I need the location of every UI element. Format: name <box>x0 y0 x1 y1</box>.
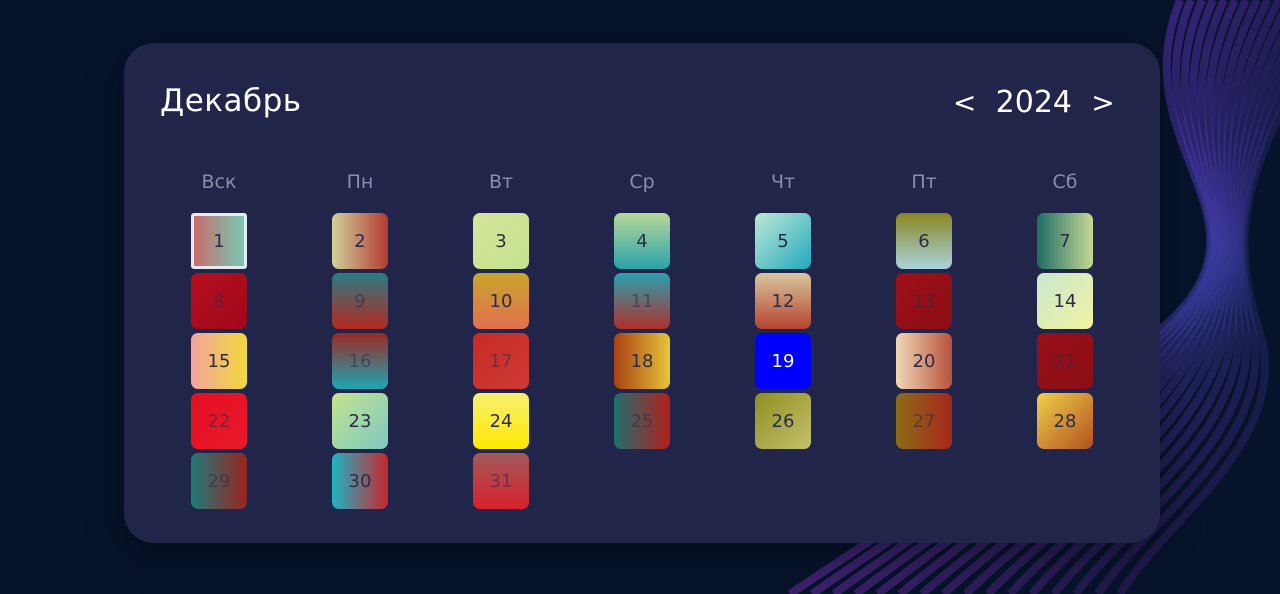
day-cell[interactable]: 25 <box>614 393 670 449</box>
next-year-button[interactable]: > <box>1086 82 1120 122</box>
day-cell[interactable]: 4 <box>614 213 670 269</box>
year-navigation: < 2024 > <box>948 81 1120 123</box>
day-cell[interactable]: 18 <box>614 333 670 389</box>
day-cell[interactable]: 24 <box>473 393 529 449</box>
day-cell[interactable]: 3 <box>473 213 529 269</box>
day-cell[interactable]: 26 <box>755 393 811 449</box>
weekday-sun: Вск <box>201 171 237 193</box>
day-cell[interactable]: 30 <box>332 453 388 509</box>
weekday-tue: Вт <box>488 171 514 193</box>
day-cell[interactable]: 8 <box>191 273 247 329</box>
day-cell[interactable]: 7 <box>1037 213 1093 269</box>
month-title: Декабрь <box>160 83 302 119</box>
day-cell[interactable]: 10 <box>473 273 529 329</box>
prev-year-button[interactable]: < <box>948 82 982 122</box>
weekday-sat: Сб <box>1052 171 1078 193</box>
day-cell[interactable]: 22 <box>191 393 247 449</box>
day-cell[interactable]: 17 <box>473 333 529 389</box>
calendar-card: Декабрь < 2024 > Вск Пн Вт Ср Чт Пт Сб 1… <box>124 43 1160 543</box>
weekday-mon: Пн <box>346 171 374 193</box>
day-cell[interactable]: 13 <box>896 273 952 329</box>
day-cell[interactable]: 21 <box>1037 333 1093 389</box>
weekday-thu: Чт <box>770 171 796 193</box>
year-label: 2024 <box>995 84 1072 120</box>
day-cell[interactable]: 19 <box>755 333 811 389</box>
day-cell[interactable]: 27 <box>896 393 952 449</box>
day-cell[interactable]: 1 <box>191 213 247 269</box>
day-cell[interactable]: 15 <box>191 333 247 389</box>
day-cell[interactable]: 11 <box>614 273 670 329</box>
day-cell[interactable]: 31 <box>473 453 529 509</box>
day-cell[interactable]: 2 <box>332 213 388 269</box>
weekday-fri: Пт <box>911 171 937 193</box>
day-cell[interactable]: 12 <box>755 273 811 329</box>
day-cell[interactable]: 29 <box>191 453 247 509</box>
day-cell[interactable]: 28 <box>1037 393 1093 449</box>
day-cell[interactable]: 5 <box>755 213 811 269</box>
day-cell[interactable]: 14 <box>1037 273 1093 329</box>
day-cell[interactable]: 16 <box>332 333 388 389</box>
day-cell[interactable]: 23 <box>332 393 388 449</box>
day-cell[interactable]: 20 <box>896 333 952 389</box>
day-cell[interactable]: 9 <box>332 273 388 329</box>
day-cell[interactable]: 6 <box>896 213 952 269</box>
weekday-wed: Ср <box>629 171 655 193</box>
